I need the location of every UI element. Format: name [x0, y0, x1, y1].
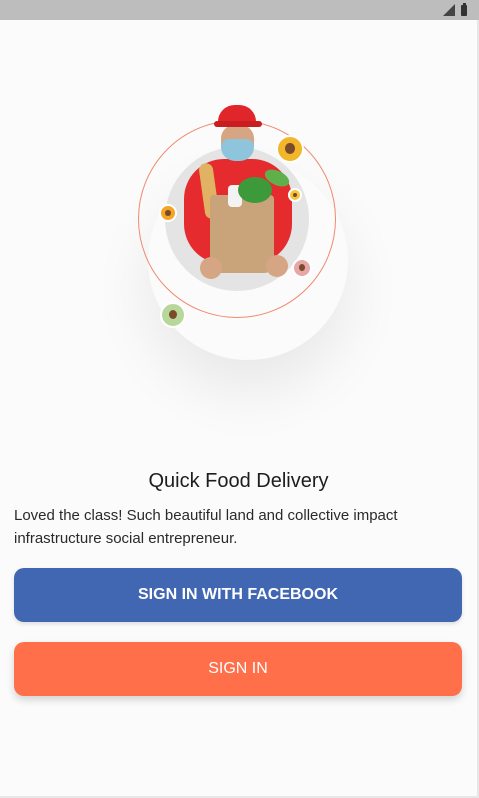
battery-icon	[461, 3, 467, 16]
courier-avatar	[159, 204, 177, 222]
page-subtitle: Loved the class! Such beautiful land and…	[14, 507, 398, 547]
courier-avatar	[288, 188, 302, 202]
courier-avatar	[292, 258, 312, 278]
page-title: Quick Food Delivery	[148, 470, 329, 492]
onboarding-screen: Quick Food Delivery Loved the class! Suc…	[0, 20, 479, 798]
hero-illustration	[138, 105, 338, 328]
status-bar	[0, 0, 479, 20]
courier-avatar	[276, 135, 304, 163]
sign-in-button[interactable]: SIGN IN	[14, 642, 462, 696]
face-mask	[221, 139, 254, 161]
courier-avatar	[160, 302, 186, 328]
delivery-courier-image	[178, 105, 298, 295]
sign-in-with-facebook-button[interactable]: SIGN IN WITH FACEBOOK	[14, 568, 462, 622]
status-icons	[443, 2, 467, 16]
signal-icon	[443, 4, 455, 16]
